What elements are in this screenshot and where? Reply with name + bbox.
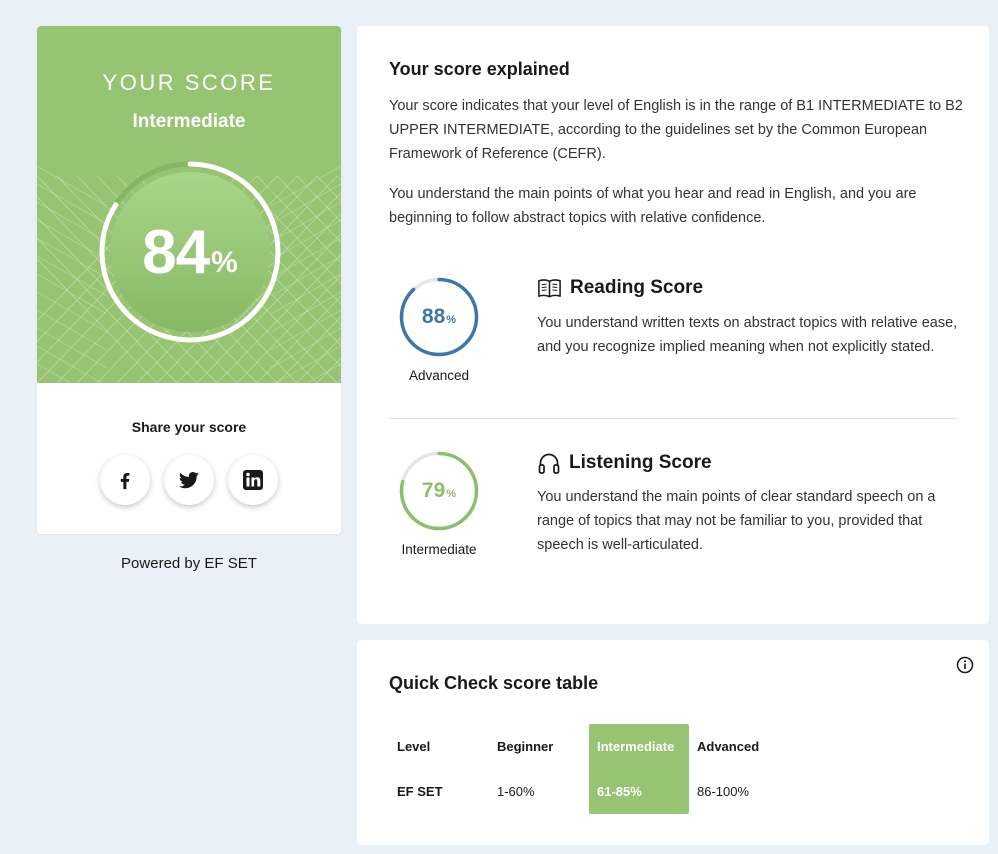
reading-level: Advanced	[408, 368, 470, 383]
table-header-intermediate: Intermediate	[597, 739, 675, 754]
twitter-share-button[interactable]	[164, 455, 214, 505]
table-cell-beginner-range: 1-60%	[497, 784, 535, 799]
reading-score-ring: 88%	[399, 277, 479, 357]
reading-score-heading: Reading Score	[537, 277, 703, 299]
powered-by: Powered by EF SET	[121, 555, 257, 572]
reading-score-title: Reading Score	[570, 277, 704, 298]
score-table-title: Quick Check score table	[389, 673, 599, 693]
listening-score-title: Listening Score	[569, 452, 712, 473]
divider	[389, 418, 957, 419]
listening-score-unit: %	[446, 487, 457, 500]
info-icon[interactable]	[956, 656, 974, 674]
table-cell-intermediate-range: 61-85%	[597, 784, 642, 799]
explanation-title: Your score explained	[389, 59, 570, 79]
score-banner: YOUR SCORE Intermediate 84%	[37, 26, 341, 383]
score-card: YOUR SCORE Intermediate 84% Share your s…	[37, 26, 341, 534]
reading-score-value: 88%	[399, 277, 479, 357]
highlighted-level-column	[589, 724, 689, 814]
twitter-icon	[178, 472, 199, 489]
explanation-paragraph-1: Your score indicates that your level of …	[389, 98, 963, 162]
overall-score-value: 84%	[97, 159, 283, 345]
book-icon	[538, 279, 561, 298]
listening-score-heading: Listening Score	[537, 451, 712, 475]
listening-level: Intermediate	[401, 542, 477, 557]
table-cell-advanced-range: 86-100%	[697, 784, 750, 799]
score-explained-card: Your score explained Your score indicate…	[357, 26, 989, 624]
listening-score-number: 79	[421, 479, 446, 502]
reading-description: You understand written texts on abstract…	[537, 315, 958, 355]
score-level: Intermediate	[132, 111, 246, 132]
score-table-card: Quick Check score table Level EF SET Beg…	[357, 640, 989, 845]
score-heading: YOUR SCORE	[102, 70, 276, 95]
reading-score-unit: %	[446, 313, 457, 326]
headphones-icon	[538, 453, 560, 474]
table-header-advanced: Advanced	[697, 739, 760, 754]
row-label-level: Level	[397, 739, 431, 754]
table-header-beginner: Beginner	[497, 739, 554, 754]
listening-description: You understand the main points of clear …	[537, 489, 936, 553]
linkedin-share-button[interactable]	[228, 455, 278, 505]
listening-score-ring: 79%	[399, 451, 479, 531]
overall-score-unit: %	[211, 246, 238, 279]
overall-score-number: 84	[142, 217, 210, 287]
explanation-paragraph-2: You understand the main points of what y…	[389, 186, 917, 226]
facebook-icon	[120, 472, 130, 490]
reading-score-number: 88	[421, 305, 446, 328]
linkedin-icon	[243, 470, 263, 490]
listening-score-value: 79%	[399, 451, 479, 531]
share-label: Share your score	[131, 419, 247, 435]
facebook-share-button[interactable]	[100, 455, 150, 505]
row-label-efset: EF SET	[397, 784, 443, 799]
overall-score-ring: 84%	[97, 159, 283, 345]
